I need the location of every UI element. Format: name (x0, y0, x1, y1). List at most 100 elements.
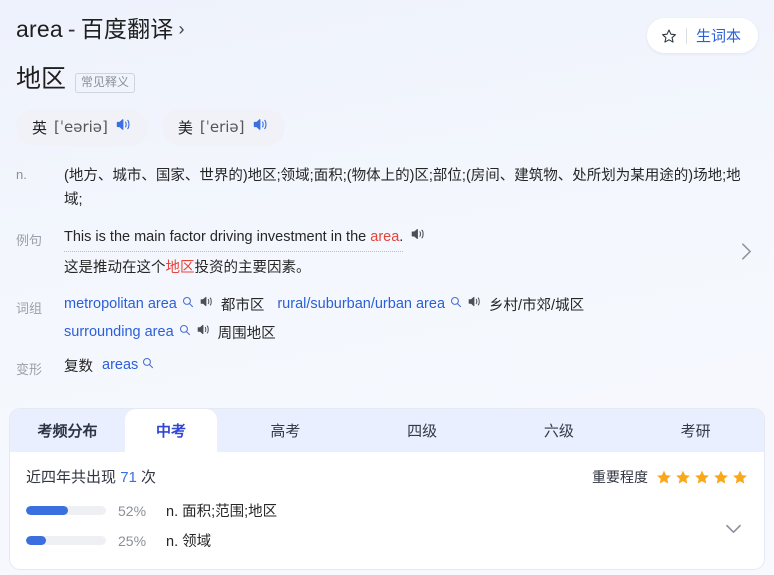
example-en-keyword: area (370, 229, 400, 246)
search-icon[interactable] (142, 357, 154, 373)
speaker-icon[interactable] (115, 117, 132, 137)
exam-frequency-card: 考频分布 中考 高考 四级 六级 考研 近四年共出现 71 次 重要程度 52%… (9, 408, 765, 570)
phrase-text[interactable]: surrounding area (64, 324, 174, 340)
star-filled-icon (657, 470, 671, 484)
definition-row: n. (地方、城市、国家、世界的)地区;领域;面积;(物体上的)区;部位;(房间… (16, 164, 758, 214)
example-en-after: . (399, 229, 404, 246)
progress-percent: 25% (118, 532, 147, 549)
phonetic-us-button[interactable]: 美 [ˈeriə] (161, 108, 285, 146)
exam-tabs-title: 考频分布 (37, 423, 98, 440)
phrase-text[interactable]: rural/suburban/urban area (277, 296, 445, 312)
inflection-body: 复数 areas (64, 355, 758, 376)
page-header: area - 百度翻译 › 生词本 (16, 0, 758, 53)
progress-bar (26, 536, 106, 545)
next-example-button[interactable] (731, 242, 758, 266)
phrase-translation: 乡村/市郊/城区 (489, 297, 585, 314)
divider (685, 27, 687, 44)
occurrence-prefix: 近四年共出现 (26, 469, 117, 486)
phrases-body: metropolitan area 都市区 rural/suburban/urb… (64, 294, 758, 343)
star-filled-icon (733, 470, 747, 484)
tab-gaokao[interactable]: 高考 (217, 409, 354, 452)
example-body: This is the main factor driving investme… (64, 226, 731, 280)
inflection-kind: 复数 (64, 358, 93, 375)
table-row: 52% n. 面积;范围;地区 (26, 500, 748, 521)
inflection-section: 变形 复数 areas (16, 355, 758, 378)
inflection-label: 变形 (16, 361, 43, 377)
exam-tabs: 考频分布 中考 高考 四级 六级 考研 (10, 409, 764, 452)
example-english-text: This is the main factor driving investme… (64, 226, 404, 252)
tab-cet4[interactable]: 四级 (354, 409, 491, 452)
progress-bar-fill (26, 506, 68, 515)
occurrence-suffix: 次 (141, 469, 157, 486)
tab-kaoyan[interactable]: 考研 (627, 409, 764, 452)
sense-distribution-bars: 52% n. 面积;范围;地区 25% n. 领域 (26, 500, 748, 551)
exam-stat-row: 近四年共出现 71 次 重要程度 (26, 466, 748, 487)
phrases-label: 词组 (16, 300, 43, 316)
title-word: area (16, 16, 63, 42)
star-outline-icon (661, 28, 677, 44)
headword-translation: 地区 (16, 65, 67, 93)
phonetic-us-ipa: [ˈeriə] (199, 118, 245, 136)
chevron-right-icon: › (178, 19, 185, 39)
definition-section: n. (地方、城市、国家、世界的)地区;领域;面积;(物体上的)区;部位;(房间… (16, 164, 758, 214)
star-filled-icon (676, 470, 690, 484)
page-title[interactable]: area - 百度翻译 › (16, 16, 185, 44)
inflection-value[interactable]: areas (102, 357, 154, 373)
part-of-speech: n. (16, 166, 27, 182)
chevron-down-icon (726, 524, 741, 533)
headword-row: 地区 常见释义 (16, 65, 758, 94)
phrases-list: metropolitan area 都市区 rural/suburban/urb… (64, 294, 758, 343)
search-icon[interactable] (179, 323, 191, 341)
example-chinese: 这是推动在这个地区投资的主要因素。 (64, 257, 731, 281)
search-icon[interactable] (182, 295, 194, 313)
phonetic-uk-label: 英 (32, 119, 48, 137)
phrase-translation: 周围地区 (217, 325, 276, 342)
importance-label: 重要程度 (592, 468, 648, 485)
importance-rating: 重要程度 (592, 467, 748, 487)
table-row: 25% n. 领域 (26, 530, 748, 551)
example-en-before: This is the main factor driving investme… (64, 229, 371, 246)
example-zh-keyword: 地区 (165, 259, 195, 276)
title-separator: - (67, 16, 76, 42)
phrases-section: 词组 metropolitan area 都市区 rural/suburban/… (16, 294, 758, 343)
list-item[interactable]: metropolitan area 都市区 (64, 294, 264, 315)
speaker-icon[interactable] (199, 295, 214, 313)
occurrence-count: 71 (120, 469, 137, 486)
definition-text: (地方、城市、国家、世界的)地区;领域;面积;(物体上的)区;部位;(房间、建筑… (64, 167, 741, 209)
example-english: This is the main factor driving investme… (64, 226, 731, 252)
speaker-icon[interactable] (467, 295, 482, 313)
search-icon[interactable] (450, 295, 462, 313)
progress-bar-fill (26, 536, 46, 545)
list-item[interactable]: rural/suburban/urban area 乡村/市郊/城区 (277, 294, 584, 315)
expand-card-button[interactable] (725, 521, 742, 539)
phrase-text[interactable]: metropolitan area (64, 296, 177, 312)
phonetic-uk-ipa: [ˈeəriə] (54, 118, 108, 136)
progress-bar (26, 506, 106, 515)
phonetic-uk-button[interactable]: 英 [ˈeəriə] (16, 108, 148, 146)
exam-card-body: 近四年共出现 71 次 重要程度 52% n. 面积;范围;地区 25% n. … (10, 452, 764, 551)
example-zh-after: 投资的主要因素。 (194, 259, 311, 276)
speaker-icon[interactable] (410, 226, 426, 248)
star-filled-icon (714, 470, 728, 484)
sense-text: n. 领域 (166, 534, 212, 550)
sense-text: n. 面积;范围;地区 (166, 504, 278, 520)
speaker-icon[interactable] (252, 117, 269, 137)
title-source: 百度翻译 (80, 16, 174, 42)
tab-cet6[interactable]: 六级 (491, 409, 628, 452)
rating-stars (656, 469, 748, 485)
example-label: 例句 (16, 233, 43, 249)
vocabulary-button-label: 生词本 (695, 28, 741, 45)
tab-zhongkao[interactable]: 中考 (125, 409, 217, 452)
dictionary-page: area - 百度翻译 › 生词本 地区 常见释义 英 [ˈeəriə] 美 [… (0, 0, 774, 575)
phonetic-us-label: 美 (177, 119, 193, 137)
phonetics-row: 英 [ˈeəriə] 美 [ˈeriə] (16, 108, 758, 146)
phrase-translation: 都市区 (220, 297, 265, 314)
add-to-vocabulary-button[interactable]: 生词本 (646, 18, 758, 53)
speaker-icon[interactable] (196, 323, 211, 341)
inflection-value-text: areas (102, 357, 139, 374)
progress-percent: 52% (118, 502, 147, 519)
occurrence-summary: 近四年共出现 71 次 (26, 466, 156, 487)
star-filled-icon (695, 470, 709, 484)
list-item[interactable]: surrounding area 周围地区 (64, 322, 276, 343)
common-meaning-badge: 常见释义 (75, 72, 136, 93)
